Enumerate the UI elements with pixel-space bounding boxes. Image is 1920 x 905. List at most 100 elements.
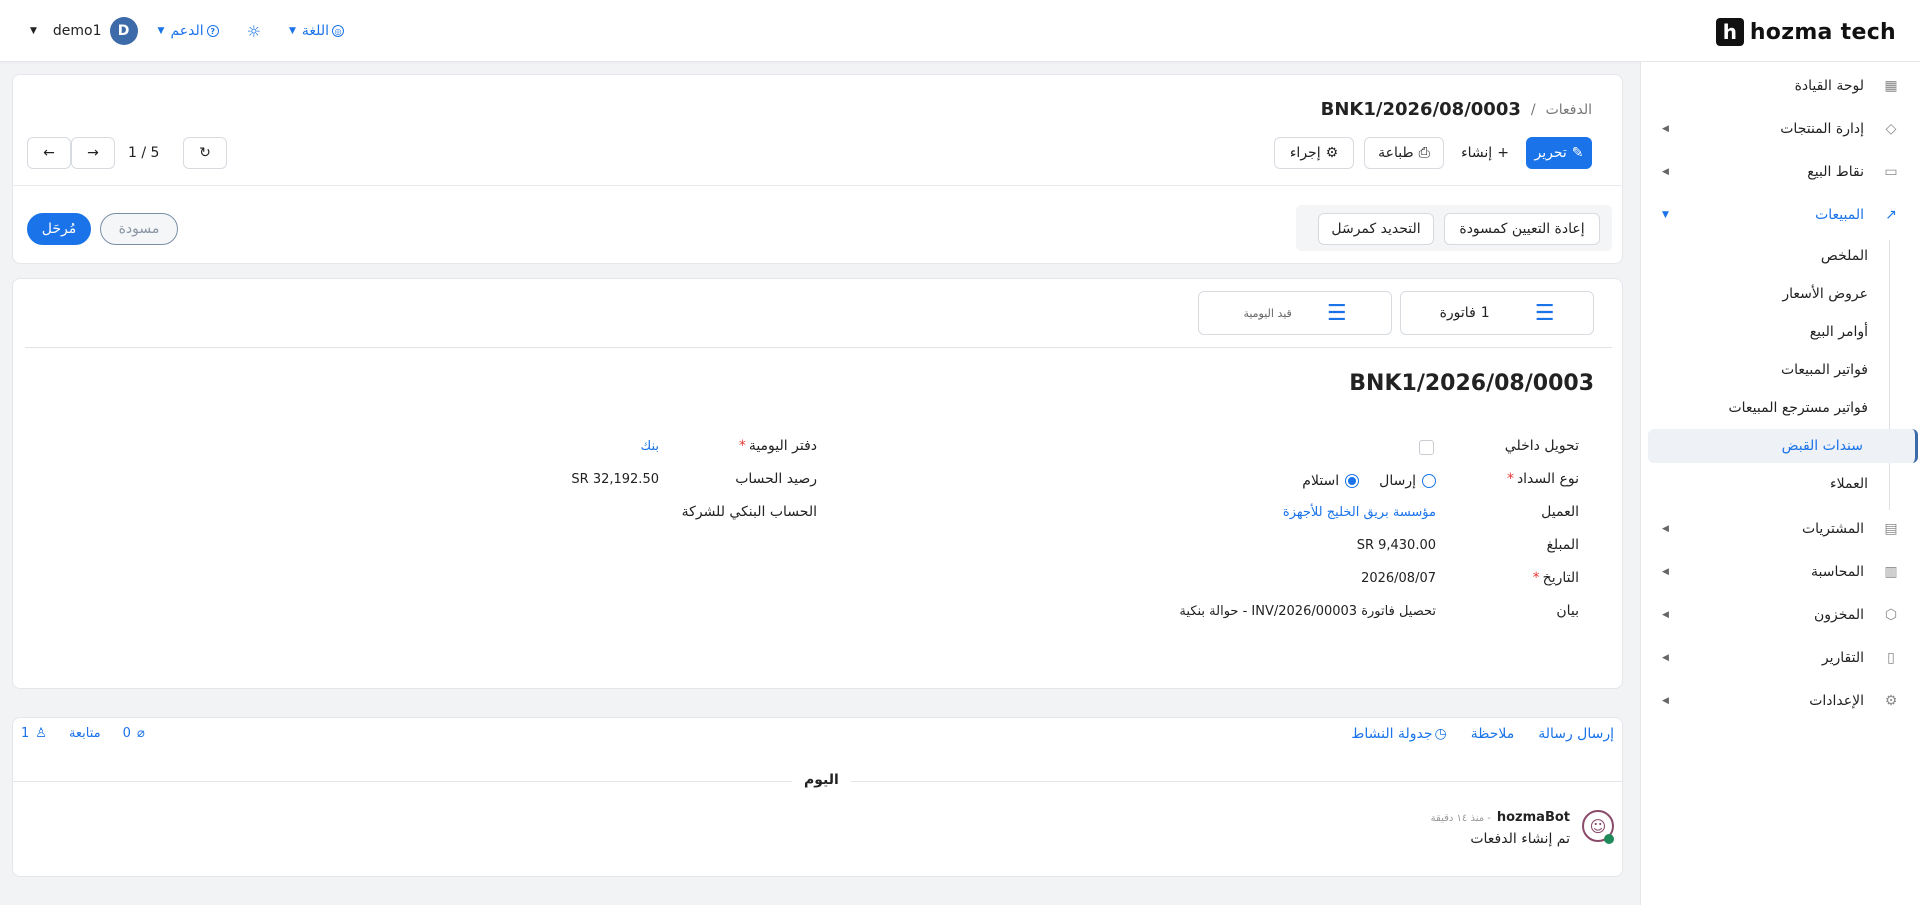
- sidebar-subitem-label: عروض الأسعار: [1782, 286, 1868, 302]
- radio-receive[interactable]: [1345, 474, 1360, 488]
- control-panel: الدفعات / BNK1/2026/08/0003 تحرير ✎ إنشا…: [12, 74, 1623, 264]
- divider: [25, 347, 1612, 348]
- brand-logo[interactable]: h hozma tech: [1715, 18, 1896, 46]
- record-title: BNK1/2026/08/0003: [1349, 371, 1594, 396]
- next-button[interactable]: →: [71, 137, 115, 169]
- sidebar-item-accounting[interactable]: ▥ المحاسبة ◀: [1640, 554, 1920, 590]
- payment-type-label-wrap: نوع السداد *: [1507, 471, 1579, 487]
- sidebar-subitem-label: العملاء: [1830, 476, 1868, 492]
- sidebar-subitem-sales-refunds[interactable]: فواتير مسترجع المبيعات: [1640, 391, 1920, 425]
- create-label: إنشاء: [1461, 145, 1493, 161]
- sidebar-subitem-sales-invoices[interactable]: فواتير المبيعات: [1640, 353, 1920, 387]
- caret-left-icon: ◀: [1662, 567, 1669, 577]
- invoice-smart-button[interactable]: فاتورة 1 ☰: [1400, 291, 1594, 335]
- amount-field[interactable]: SR 9,430.00: [1357, 538, 1436, 553]
- schedule-activity-button[interactable]: ◷ جدولة النشاط: [1351, 726, 1446, 742]
- gear-icon: ⚙: [1884, 693, 1898, 709]
- balance-label: رصيد الحساب: [735, 471, 817, 487]
- sidebar-subitem-quotations[interactable]: عروض الأسعار: [1640, 277, 1920, 311]
- follow-button[interactable]: متابعة: [69, 726, 101, 741]
- divider: [13, 185, 1622, 186]
- person-icon: ♙: [35, 726, 47, 741]
- radio-send[interactable]: [1422, 474, 1436, 488]
- message-author: hozmaBot: [1496, 810, 1570, 825]
- pager-value[interactable]: 1 / 5: [128, 145, 159, 161]
- payment-type-label: نوع السداد: [1516, 471, 1579, 487]
- print-button[interactable]: طباعة ⎙: [1364, 137, 1444, 169]
- internal-transfer-label: تحويل داخلي: [1504, 438, 1579, 454]
- sidebar-item-dashboard[interactable]: ▦ لوحة القيادة: [1640, 68, 1920, 104]
- support-menu[interactable]: ▼ الدعم ?: [158, 23, 219, 39]
- breadcrumb-parent[interactable]: الدفعات: [1546, 102, 1592, 118]
- chart-line-icon: ↗: [1885, 207, 1897, 223]
- print-label: طباعة: [1378, 145, 1414, 161]
- refresh-icon: ↻: [199, 145, 211, 161]
- sidebar-item-sales[interactable]: ↗ المبيعات ▼: [1640, 197, 1920, 233]
- message-body: تم إنشاء الدفعات: [1470, 831, 1570, 847]
- store-icon: ▭: [1884, 164, 1898, 180]
- calculator-icon: ▥: [1884, 564, 1898, 580]
- journal-entry-smart-button[interactable]: قيد اليومية ☰: [1198, 291, 1392, 335]
- journal-label-wrap: دفتر اليومية *: [739, 438, 817, 454]
- refresh-button[interactable]: ↻: [183, 137, 227, 169]
- attachments-count[interactable]: 0: [123, 726, 131, 741]
- list-icon: ☰: [1326, 300, 1347, 326]
- followers-count[interactable]: 1: [21, 726, 29, 741]
- sidebar-item-settings[interactable]: ⚙ الإعدادات ◀: [1640, 683, 1920, 719]
- breadcrumb: الدفعات / BNK1/2026/08/0003: [1321, 99, 1592, 120]
- help-icon: ?: [206, 25, 219, 37]
- sidebar-subitem-sales-orders[interactable]: أوامر البيع: [1640, 315, 1920, 349]
- sidebar-item-purchases[interactable]: ▤ المشتريات ◀: [1640, 511, 1920, 547]
- top-bar: h hozma tech ▼ demo1 D ▼ الدعم ? ☼ ▼ الل…: [0, 0, 1920, 62]
- sidebar-subitem-receipts[interactable]: سندات القبض: [1648, 429, 1918, 463]
- sidebar-subitem-label: فواتير المبيعات: [1780, 362, 1868, 378]
- journal-field[interactable]: بنك: [641, 439, 660, 454]
- action-button[interactable]: إجراء ⚙: [1274, 137, 1354, 169]
- mark-sent-button[interactable]: التحديد كمرسَل: [1318, 213, 1434, 245]
- sidebar-item-inventory[interactable]: ⬡ المخزون ◀: [1640, 597, 1920, 633]
- customer-field[interactable]: مؤسسة بريق الخليج للأجهزة: [1283, 505, 1436, 520]
- today-separator: اليوم: [792, 772, 851, 788]
- user-menu[interactable]: ▼ demo1 D: [30, 17, 138, 45]
- sidebar-item-products[interactable]: ◇ إدارة المنتجات ◀: [1640, 111, 1920, 147]
- sidebar-item-label: المشتريات: [1801, 521, 1864, 537]
- edit-button[interactable]: تحرير ✎: [1526, 137, 1592, 169]
- memo-field[interactable]: تحصيل فاتورة INV/2026/00003 - حوالة بنكي…: [1179, 604, 1436, 619]
- language-menu[interactable]: ▼ اللغة ◎: [289, 23, 344, 39]
- previous-button[interactable]: ←: [27, 137, 71, 169]
- mark-sent-label: التحديد كمرسَل: [1331, 221, 1421, 237]
- sidebar-item-reports[interactable]: ▯ التقارير ◀: [1640, 640, 1920, 676]
- sidebar-item-pos[interactable]: ▭ نقاط البيع ◀: [1640, 154, 1920, 190]
- create-button[interactable]: إنشاء +: [1453, 137, 1517, 169]
- sidebar-item-label: المبيعات: [1815, 207, 1864, 223]
- chatter-topbar: 1 ♙ متابعة 0 ⌀: [21, 726, 145, 741]
- caret-left-icon: ◀: [1662, 610, 1669, 620]
- list-icon: ☰: [1534, 300, 1555, 326]
- status-posted[interactable]: مُرحَل: [27, 213, 91, 245]
- sidebar-item-label: إدارة المنتجات: [1780, 121, 1864, 137]
- schedule-activity-label: جدولة النشاط: [1351, 726, 1433, 742]
- paperclip-icon: ⌀: [136, 726, 145, 741]
- required-marker: *: [1506, 471, 1514, 487]
- journal-entry-label: قيد اليومية: [1243, 306, 1292, 320]
- internal-transfer-checkbox[interactable]: [1419, 440, 1434, 455]
- arrow-right-icon: →: [87, 145, 99, 161]
- online-status-icon: [1604, 834, 1614, 844]
- date-label-wrap: التاريخ *: [1533, 570, 1579, 586]
- sidebar-subitem-customers[interactable]: العملاء: [1640, 467, 1920, 501]
- status-draft[interactable]: مسودة: [100, 213, 178, 245]
- log-note-button[interactable]: ملاحظة: [1471, 726, 1515, 742]
- report-icon: ▯: [1887, 650, 1895, 666]
- sidebar-subitem-summary[interactable]: الملخص: [1640, 239, 1920, 273]
- avatar: D: [109, 17, 138, 45]
- caret-left-icon: ◀: [1662, 124, 1669, 134]
- send-message-button[interactable]: إرسال رسالة: [1538, 726, 1614, 742]
- date-field[interactable]: 2026/08/07: [1361, 571, 1436, 586]
- cart-icon: ▤: [1884, 521, 1898, 537]
- message-time: - منذ ١٤ دقيقة: [1430, 813, 1491, 824]
- theme-toggle-icon[interactable]: ☼: [247, 22, 261, 41]
- reset-to-draft-button[interactable]: إعادة التعيين كمسودة: [1444, 213, 1600, 245]
- status-posted-label: مُرحَل: [41, 221, 77, 237]
- sidebar-subitem-label: الملخص: [1820, 248, 1868, 264]
- brand-mark: h: [1715, 18, 1744, 46]
